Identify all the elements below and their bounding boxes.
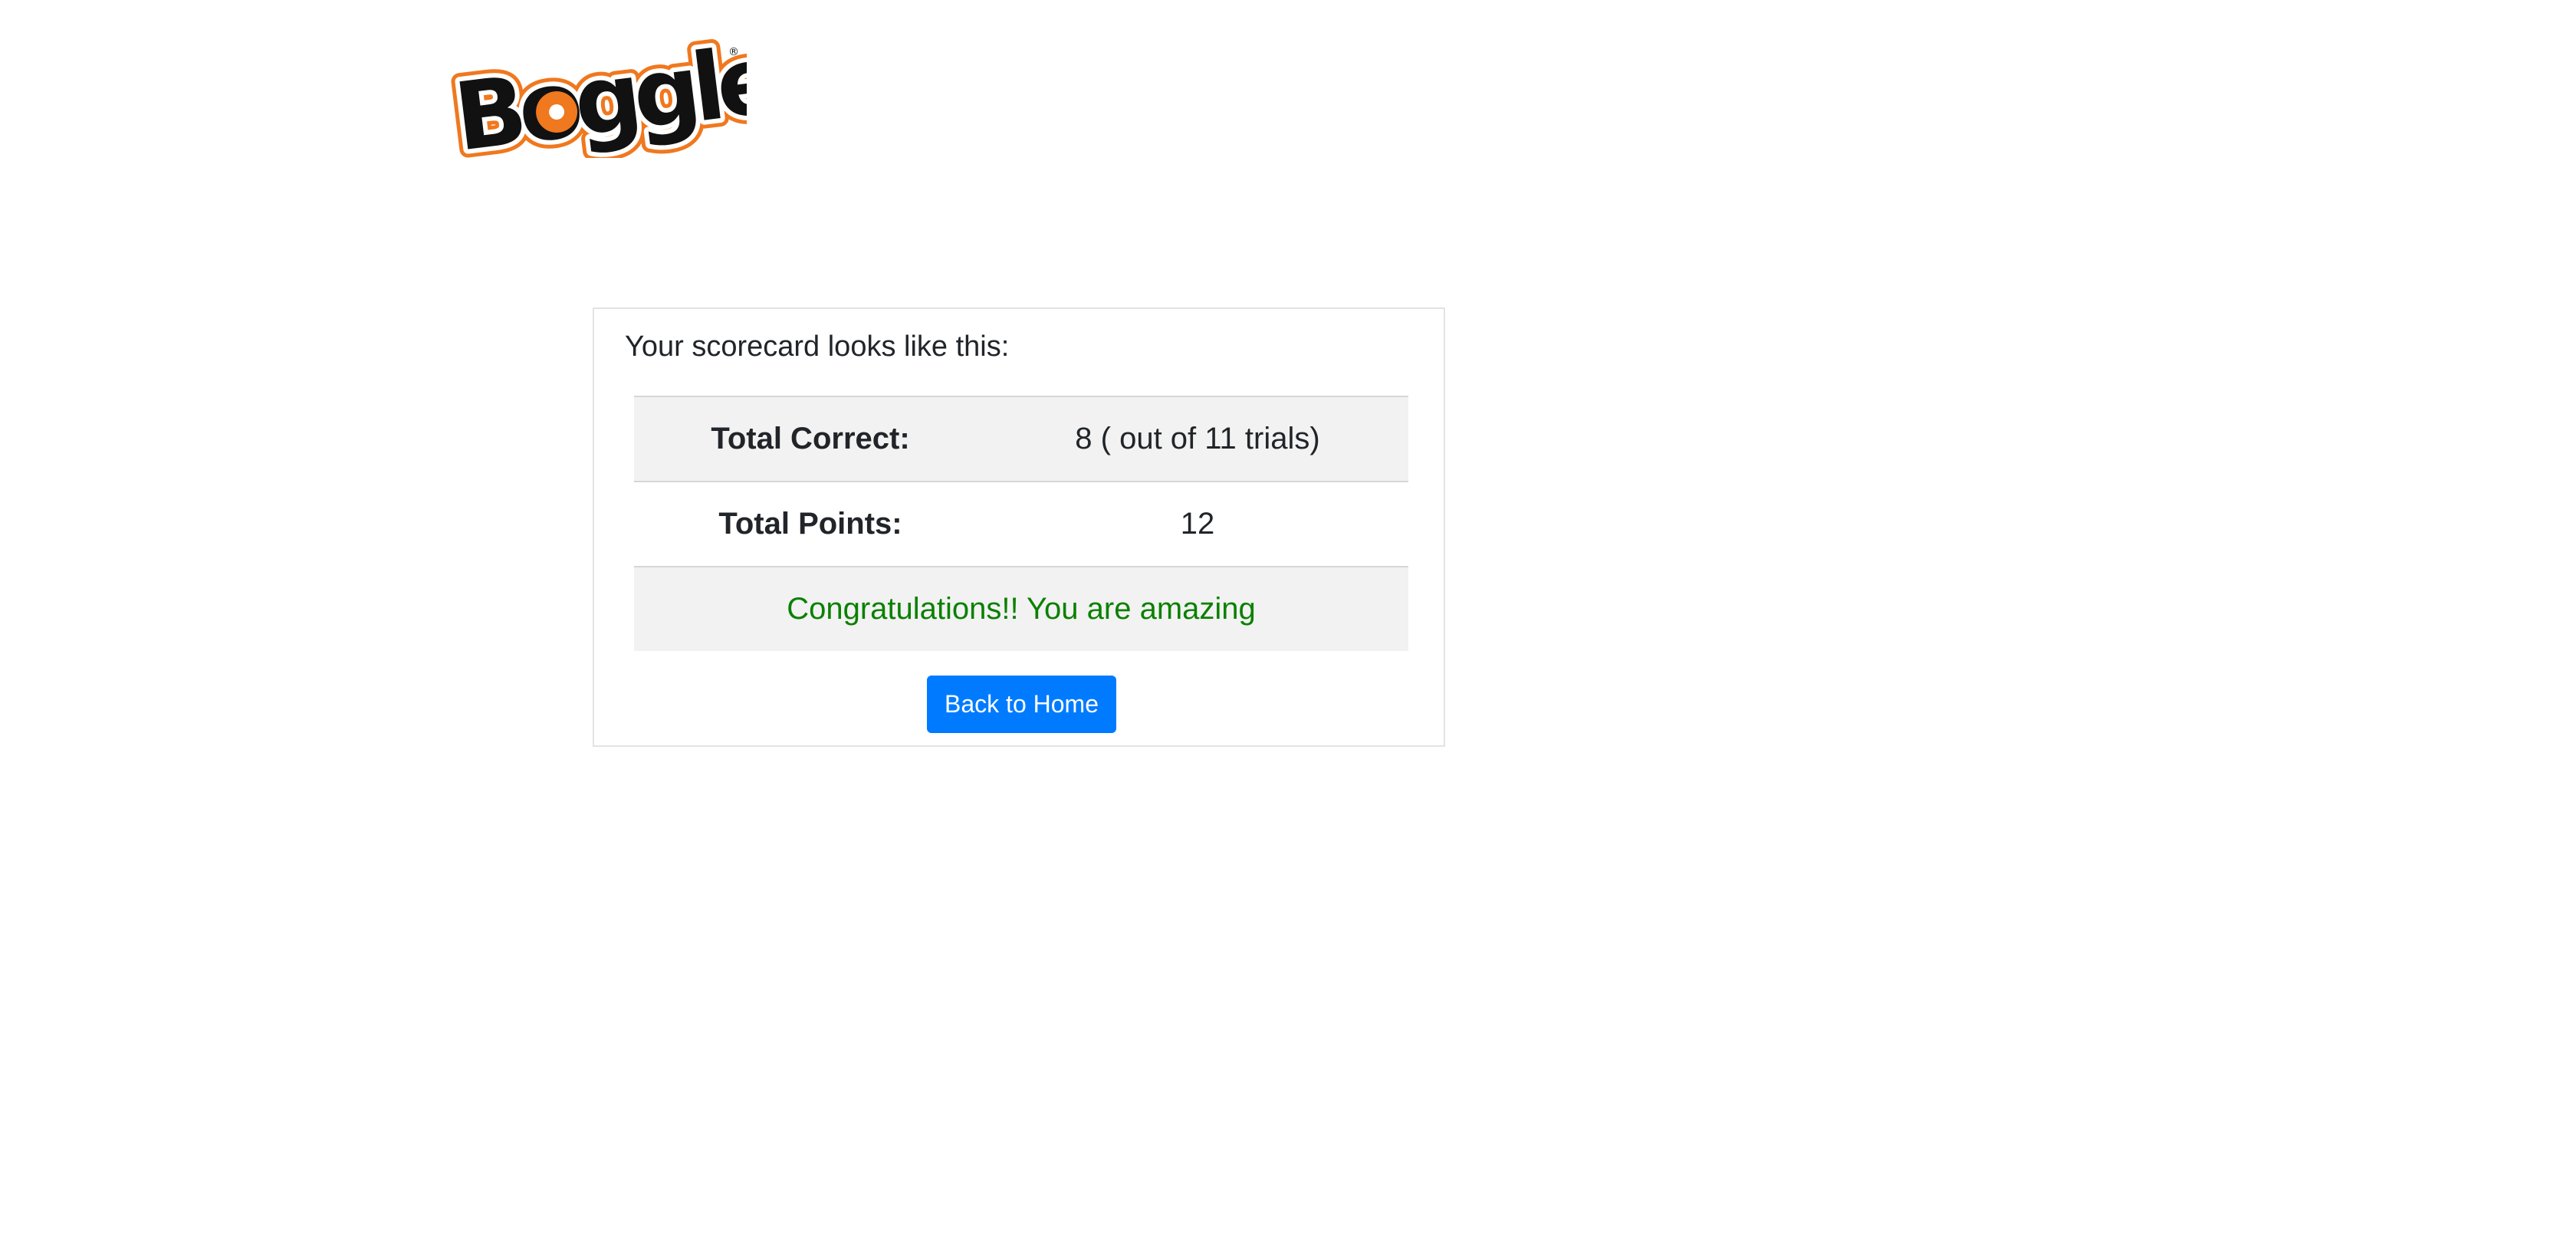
page: Boggle Boggle Boggle ® Your scorecard lo…	[0, 0, 2576, 1256]
congratulations-message: Congratulations!! You are amazing	[634, 566, 1408, 651]
trademark-symbol: ®	[728, 46, 739, 58]
table-row-message: Congratulations!! You are amazing	[634, 566, 1408, 651]
back-to-home-button[interactable]: Back to Home	[927, 676, 1116, 733]
total-correct-label: Total Correct:	[634, 396, 987, 482]
total-points-label: Total Points:	[634, 481, 987, 567]
total-points-value: 12	[987, 481, 1408, 567]
scorecard-card: Your scorecard looks like this: Total Co…	[593, 307, 1445, 747]
boggle-logo[interactable]: Boggle Boggle Boggle ®	[440, 28, 747, 158]
svg-text:Boggle: Boggle	[449, 28, 747, 158]
boggle-logo-graphic: Boggle Boggle Boggle ®	[440, 28, 747, 158]
table-row-total-correct: Total Correct: 8 ( out of 11 trials)	[634, 396, 1408, 482]
scorecard-intro: Your scorecard looks like this:	[625, 330, 1010, 363]
table-row-total-points: Total Points: 12	[634, 481, 1408, 567]
scorecard-table: Total Correct: 8 ( out of 11 trials) Tot…	[634, 396, 1408, 651]
total-correct-value: 8 ( out of 11 trials)	[987, 396, 1408, 482]
